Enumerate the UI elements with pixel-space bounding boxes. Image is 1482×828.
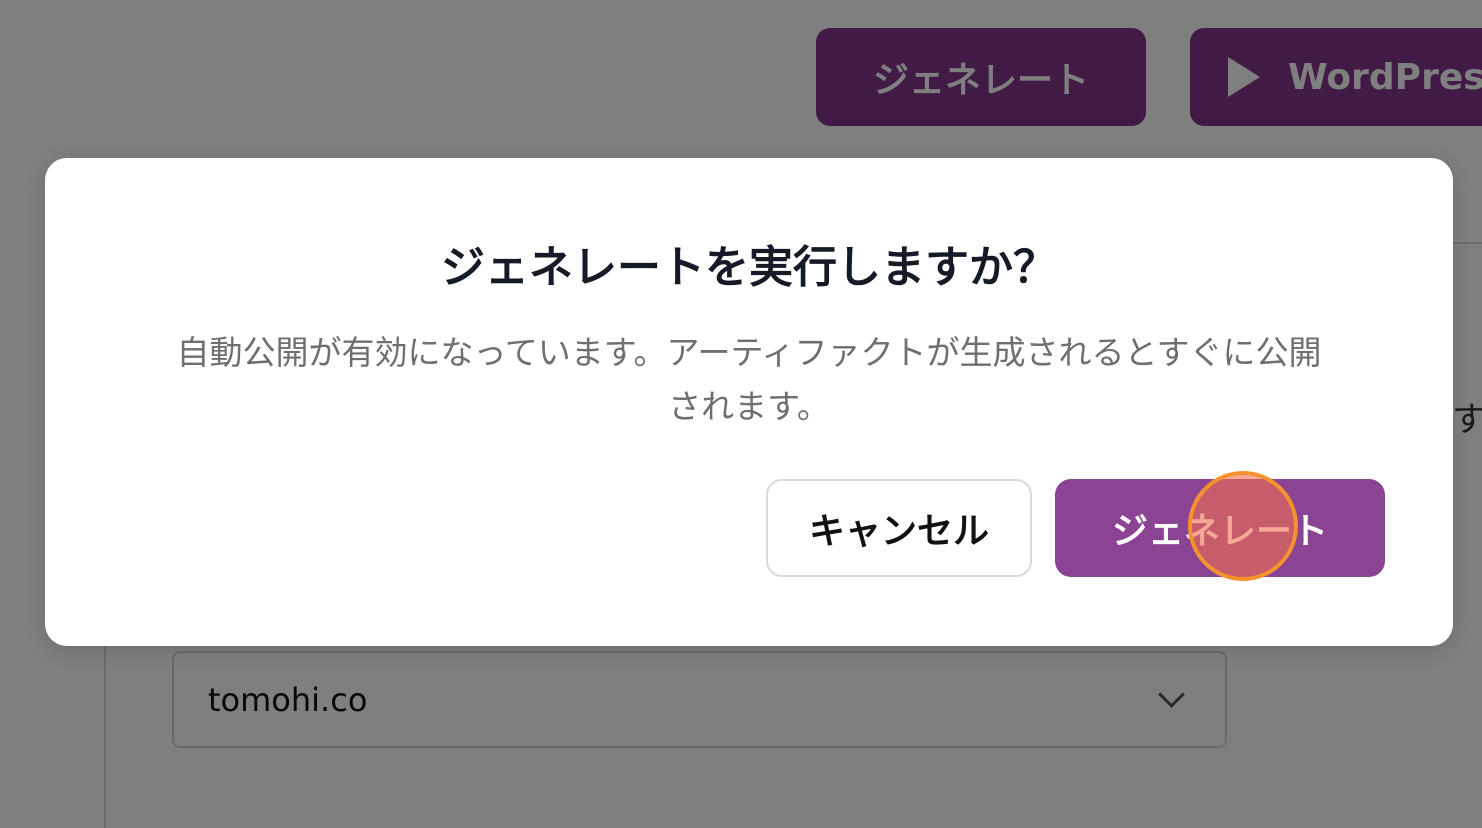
confirm-button-label: ジェネレート xyxy=(1111,511,1328,552)
dialog-title: ジェネレートを実行しますか？ xyxy=(441,242,1057,293)
dialog-description-line2: されます。 xyxy=(668,387,830,426)
confirm-generate-button[interactable]: ジェネレート xyxy=(1055,479,1385,577)
cancel-button-label: キャンセル xyxy=(808,511,989,552)
dialog-description-line1: 自動公開が有効になっています。アーティファクトが生成されるとすぐに公開 xyxy=(176,333,1322,372)
cancel-button[interactable]: キャンセル xyxy=(766,479,1032,577)
dialog-description: 自動公開が有効になっています。アーティファクトが生成されるとすぐに公開 されます… xyxy=(155,326,1343,434)
